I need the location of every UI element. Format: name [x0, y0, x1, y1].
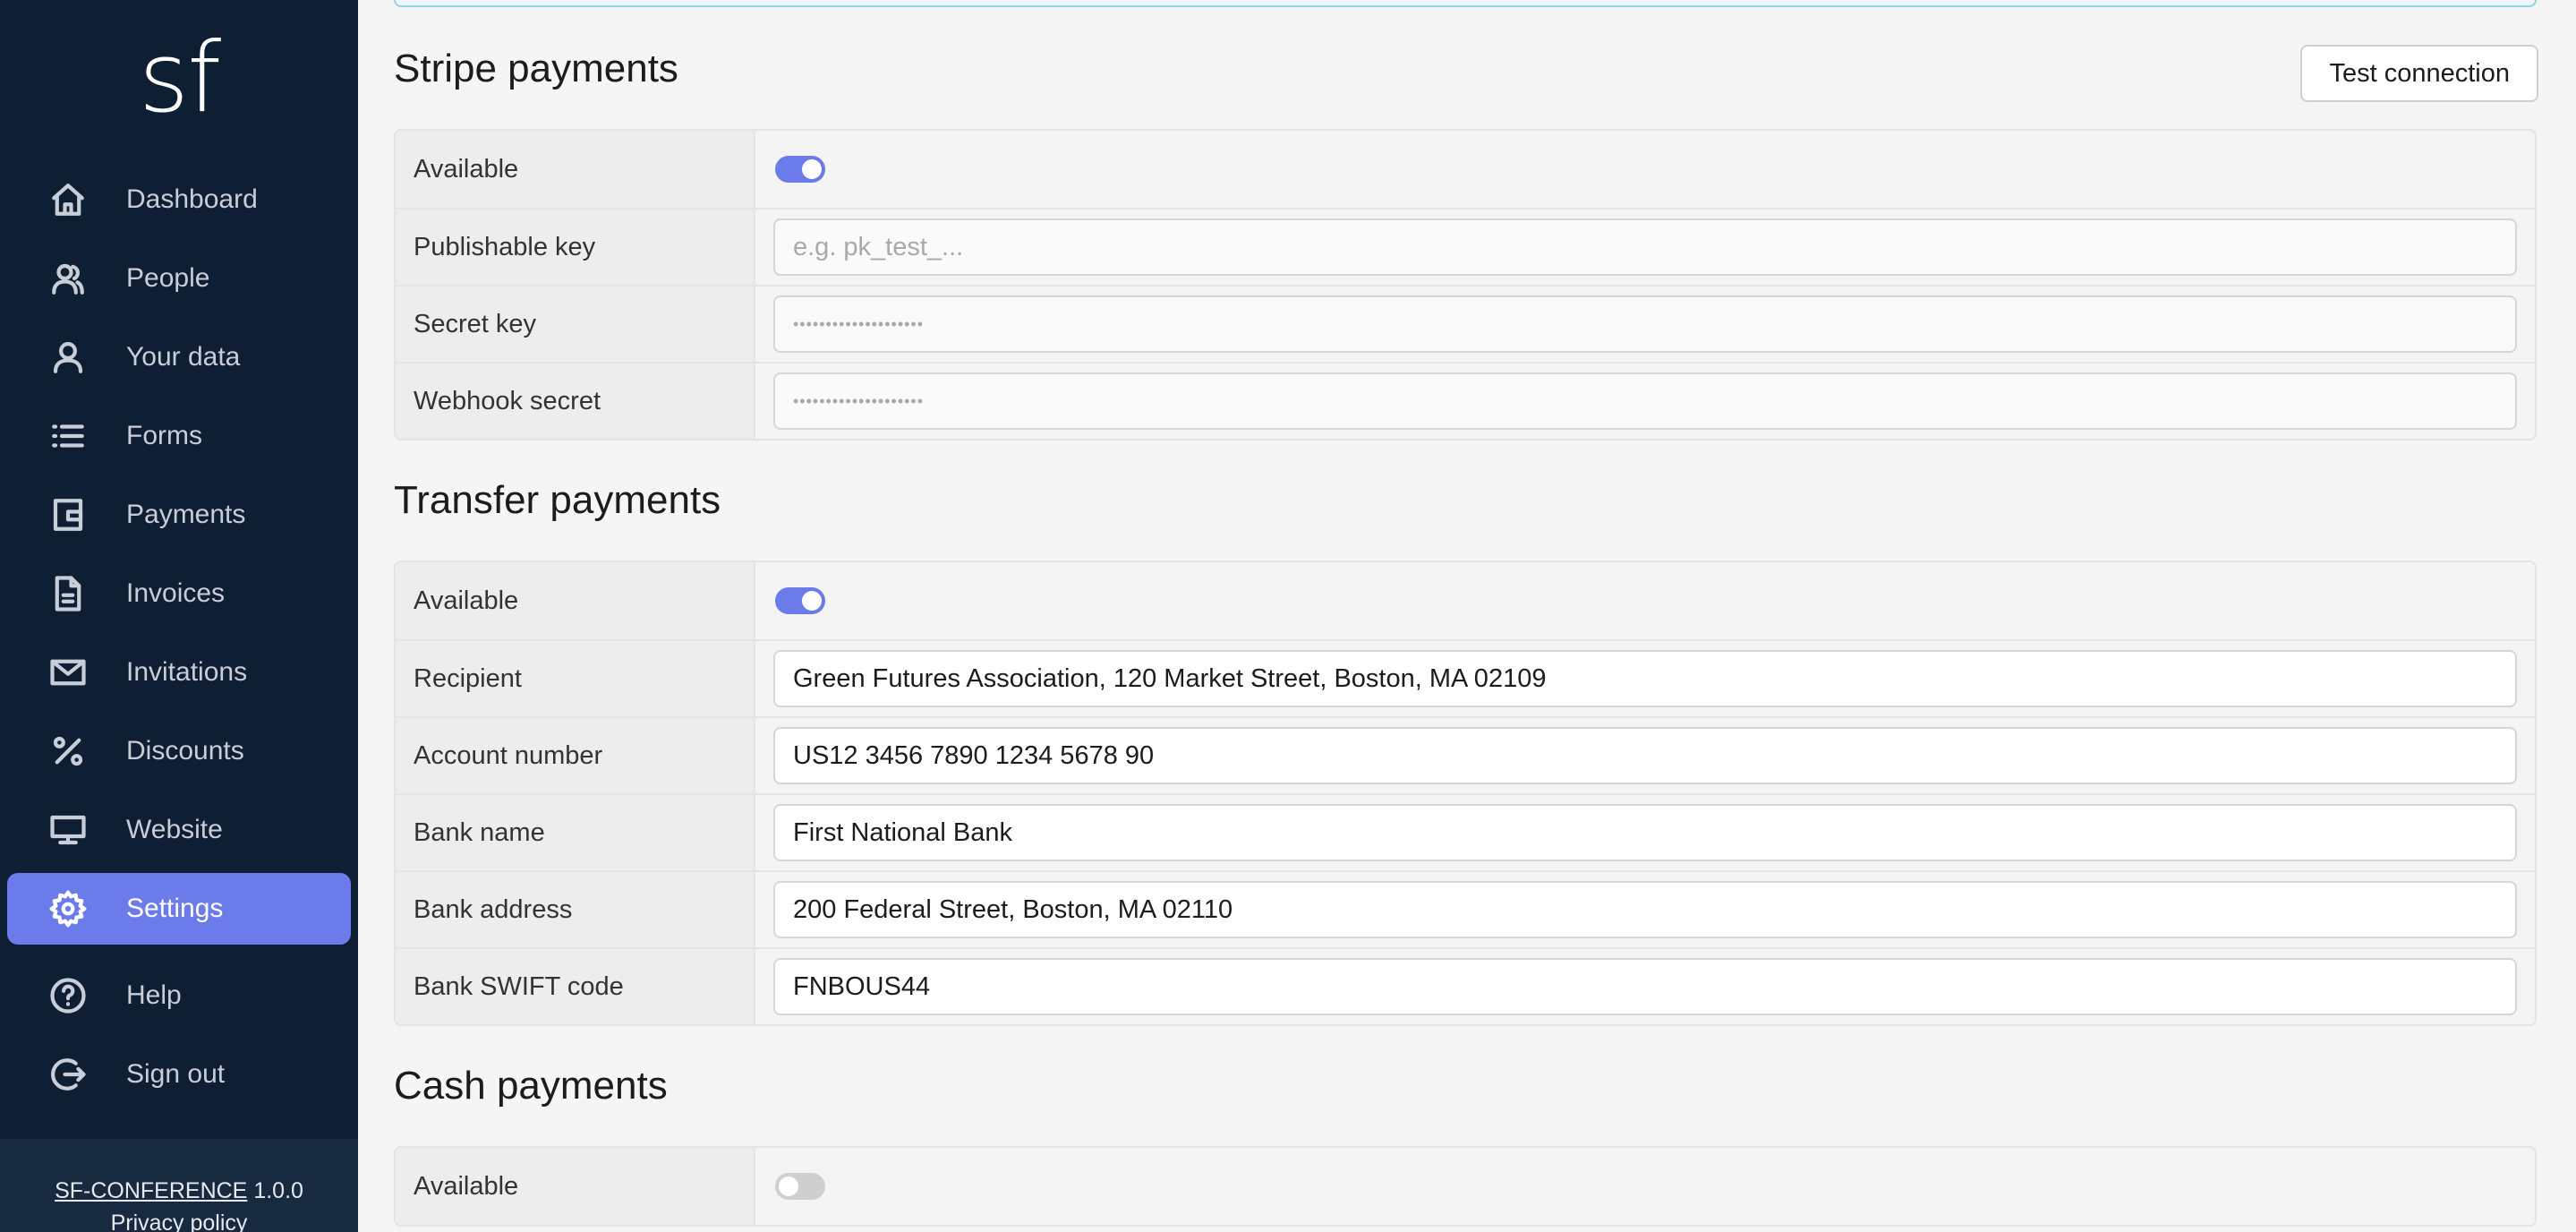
transfer-available-label: Available	[396, 562, 755, 639]
cash-available-label: Available	[396, 1148, 755, 1225]
transfer-section-title: Transfer payments	[394, 478, 721, 522]
account-number-row: Account number	[396, 716, 2535, 793]
stripe-available-row: Available	[396, 131, 2535, 208]
sidebar-item-discounts[interactable]: Discounts	[7, 715, 351, 787]
bank-address-input[interactable]	[773, 881, 2517, 938]
publishable-key-label: Publishable key	[396, 210, 755, 285]
swift-code-input[interactable]	[773, 958, 2517, 1015]
secret-key-label: Secret key	[396, 287, 755, 362]
cash-section-title: Cash payments	[394, 1064, 668, 1108]
people-icon	[48, 259, 88, 298]
secret-key-row: Secret key	[396, 285, 2535, 362]
account-number-input[interactable]	[773, 727, 2517, 784]
test-connection-button[interactable]: Test connection	[2300, 45, 2538, 102]
sidebar-item-your-data[interactable]: Your data	[7, 321, 351, 393]
bank-name-label: Bank name	[396, 795, 755, 870]
sidebar-bottom-nav: Help Sign out	[0, 960, 358, 1117]
sidebar-item-forms[interactable]: Forms	[7, 400, 351, 472]
gear-icon	[48, 889, 88, 928]
version-text: 1.0.0	[253, 1178, 303, 1203]
sign-out-icon	[48, 1055, 88, 1094]
transfer-available-row: Available	[396, 562, 2535, 639]
home-icon	[48, 180, 88, 219]
sidebar-item-website[interactable]: Website	[7, 794, 351, 866]
main-content: Stripe payments Test connection Availabl…	[358, 0, 2576, 1232]
sidebar-nav: Dashboard People Your data Forms Payment…	[0, 164, 358, 952]
sidebar-item-label: Invitations	[126, 657, 248, 687]
webhook-secret-input[interactable]	[773, 372, 2517, 430]
publishable-key-input[interactable]	[773, 218, 2517, 276]
secret-key-input[interactable]	[773, 295, 2517, 353]
sidebar-item-label: Invoices	[126, 578, 226, 608]
account-number-label: Account number	[396, 718, 755, 793]
swift-code-label: Bank SWIFT code	[396, 949, 755, 1024]
sidebar-item-label: Payments	[126, 500, 246, 529]
swift-code-row: Bank SWIFT code	[396, 947, 2535, 1024]
sidebar-item-label: Sign out	[126, 1059, 226, 1089]
sidebar-footer: SF-CONFERENCE 1.0.0 Privacy policy	[0, 1139, 358, 1232]
bank-address-label: Bank address	[396, 872, 755, 947]
app-root: sf Dashboard People Your data Forms Paym…	[0, 0, 2576, 1232]
sidebar-item-label: Forms	[126, 421, 202, 450]
sidebar-item-help[interactable]: Help	[7, 960, 351, 1031]
sidebar-item-invoices[interactable]: Invoices	[7, 558, 351, 629]
sidebar-item-people[interactable]: People	[7, 243, 351, 314]
list-icon	[48, 416, 88, 456]
app-version: SF-CONFERENCE 1.0.0	[0, 1175, 358, 1207]
webhook-secret-row: Webhook secret	[396, 362, 2535, 439]
cash-available-toggle[interactable]	[775, 1173, 825, 1200]
stripe-section-title: Stripe payments	[394, 47, 678, 90]
sidebar-item-label: Website	[126, 815, 223, 844]
bank-name-row: Bank name	[396, 793, 2535, 870]
sidebar-item-sign-out[interactable]: Sign out	[7, 1039, 351, 1110]
transfer-settings-card: Available Recipient Account number Bank …	[394, 560, 2537, 1026]
help-icon	[48, 976, 88, 1015]
monitor-icon	[48, 810, 88, 850]
recipient-label: Recipient	[396, 641, 755, 716]
stripe-available-toggle[interactable]	[775, 156, 825, 183]
app-name-link[interactable]: SF-CONFERENCE	[55, 1178, 247, 1203]
sidebar-item-invitations[interactable]: Invitations	[7, 637, 351, 708]
sidebar-item-settings[interactable]: Settings	[7, 873, 351, 945]
bank-address-row: Bank address	[396, 870, 2535, 947]
recipient-input[interactable]	[773, 650, 2517, 707]
privacy-policy-link[interactable]: Privacy policy	[111, 1211, 248, 1232]
cash-settings-card: Available	[394, 1146, 2537, 1227]
stripe-available-label: Available	[396, 131, 755, 208]
info-banner	[394, 0, 2537, 7]
cash-available-row: Available	[396, 1148, 2535, 1225]
sidebar-item-label: Dashboard	[126, 184, 258, 214]
percent-icon	[48, 732, 88, 771]
stripe-settings-card: Available Publishable key Secret key Web…	[394, 129, 2537, 441]
document-icon	[48, 574, 88, 613]
transfer-available-toggle[interactable]	[775, 587, 825, 614]
sidebar-item-label: People	[126, 263, 210, 293]
user-icon	[48, 338, 88, 377]
wallet-icon	[48, 495, 88, 535]
recipient-row: Recipient	[396, 639, 2535, 716]
sidebar-item-label: Your data	[126, 342, 241, 372]
mail-icon	[48, 653, 88, 692]
bank-name-input[interactable]	[773, 804, 2517, 861]
sidebar-item-label: Help	[126, 980, 182, 1010]
sidebar-item-label: Discounts	[126, 736, 244, 766]
sidebar-item-dashboard[interactable]: Dashboard	[7, 164, 351, 235]
publishable-key-row: Publishable key	[396, 208, 2535, 285]
webhook-secret-label: Webhook secret	[396, 364, 755, 439]
app-logo[interactable]: sf	[0, 25, 358, 133]
sidebar-item-label: Settings	[126, 894, 224, 923]
sidebar-item-payments[interactable]: Payments	[7, 479, 351, 551]
sidebar: sf Dashboard People Your data Forms Paym…	[0, 0, 358, 1232]
